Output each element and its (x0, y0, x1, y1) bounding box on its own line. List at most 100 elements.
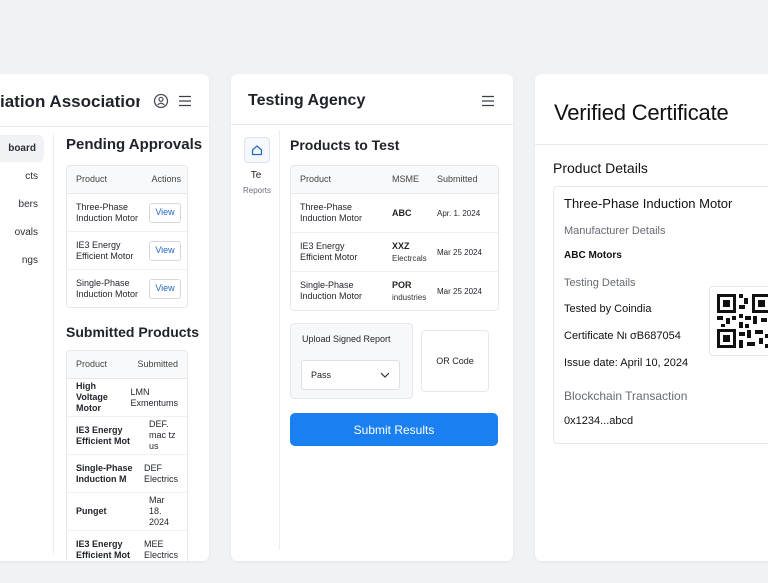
product-name: Three-Phase Induction Motor (564, 196, 733, 211)
table-row: Punget Mar 18. 2024 (67, 493, 187, 531)
msme-name: ABC (392, 207, 412, 218)
blockchain-value: 0x1234...abcd (564, 415, 634, 427)
table-row: IE3 Energy Efficient Mot MEE Electrics (67, 531, 187, 561)
table-header: Product Submitted (67, 351, 187, 379)
product-line-2: Induction Motor (300, 213, 363, 223)
product-cell: Three-Phase Induction Motor (291, 194, 385, 232)
product-details-title: Product Details (553, 160, 648, 176)
msme-name: XXZ (392, 240, 410, 251)
submitted-cell: DEF. mac tz us (149, 417, 187, 454)
sidebar-item-reports[interactable]: Reports (237, 186, 277, 195)
submitted-line-1: LMN (130, 386, 150, 397)
submitted-cell: Mar 25 2024 (437, 247, 482, 257)
page-title: Verified Certificate (554, 100, 729, 125)
upload-label: Upload Signed Report (302, 334, 391, 344)
sidebar-item-te[interactable]: Te (244, 170, 268, 181)
column-header-actions: Actions (151, 174, 181, 184)
table-header: Product Actions (67, 166, 187, 194)
select-value: Pass (311, 370, 332, 380)
table-row: IE3 Energy Efficient Motor XXZ Electrcals … (291, 233, 498, 272)
user-icon[interactable] (152, 92, 170, 110)
product-line-2: Induction M (76, 473, 127, 484)
issue-date: Issue date: April 10, 2024 (564, 357, 689, 369)
product-cell: IE3 Energy Efficient Motor (67, 232, 149, 269)
pending-approvals-title: Pending Approvals (66, 136, 203, 153)
product-line-2: Efficient Motor (76, 250, 134, 261)
column-header-submitted: Submitted (137, 359, 178, 369)
submitted-cell: Mar 25 2024 (437, 286, 482, 296)
product-line-2: Efficient Mot (76, 549, 130, 560)
menu-icon[interactable] (176, 92, 194, 110)
certificate-number: Certificate Nι σB687054 (564, 330, 681, 342)
product-line-2: Efficient Mot (76, 435, 130, 446)
menu-icon[interactable] (479, 92, 497, 110)
table-row: Single-Phase Induction Motor View (67, 270, 187, 307)
product-cell: Three-Phase Induction Motor (67, 194, 149, 231)
view-button[interactable]: View (149, 202, 181, 223)
sidebar-item-members[interactable]: bers (0, 191, 46, 218)
header-divider (0, 126, 209, 127)
table-row: IE3 Energy Efficient Motor View (67, 232, 187, 270)
view-button[interactable]: View (149, 278, 181, 299)
product-cell: High Voltage Motor (67, 379, 130, 416)
actions-cell: View (149, 232, 187, 269)
qr-code-box[interactable]: OR Code (421, 330, 489, 392)
product-line-1: Punget (76, 506, 107, 516)
product-line-1: IE3 Energy (76, 424, 123, 435)
column-header-msme: MSME (392, 174, 419, 184)
qr-code-frame (709, 286, 768, 356)
product-cell: Single-Phase Induction Motor (291, 272, 385, 310)
actions-cell: View (149, 270, 187, 307)
table-row: Single-Phase Induction M DEF Electrics (67, 455, 187, 493)
column-header-product: Product (300, 174, 332, 184)
submitted-line-1: Mar 18. 2024 (149, 495, 170, 527)
testing-agency-panel: Testing Agency Te Reports Products to Te… (231, 74, 513, 561)
table-row: IE3 Energy Efficient Mot DEF. mac tz us (67, 417, 187, 455)
column-header-product: Product (76, 174, 108, 184)
msme-sub: industries (392, 292, 427, 302)
product-cell: Single-Phase Induction Motor (67, 270, 149, 307)
upload-signed-report-box: Upload Signed Report Pass (290, 323, 413, 399)
submitted-line-2: mac tz us (149, 430, 176, 451)
product-line-1: Three-Phase (300, 202, 353, 212)
product-line-1: IE3 Energy (76, 239, 121, 250)
product-cell: IE3 Energy Efficient Mot (67, 417, 149, 454)
submitted-cell: DEF Electrics (144, 455, 187, 492)
result-select[interactable]: Pass (301, 360, 400, 390)
submitted-line-1: DEF (143, 462, 162, 473)
product-cell: IE3 Energy Efficient Mot (67, 531, 144, 561)
product-cell: Punget (67, 493, 149, 530)
submitted-products-title: Submitted Products (66, 324, 200, 340)
sidebar-item-approvals[interactable]: ovals (0, 219, 46, 246)
submitted-cell: Mar 18. 2024 (149, 493, 187, 530)
product-line-2: Efficient Motor (300, 252, 358, 262)
home-icon[interactable] (244, 137, 270, 163)
sidebar-nav: board cts bers ovals ngs (0, 134, 46, 274)
submit-results-button[interactable]: Submit Results (290, 413, 498, 446)
table-header: Product MSME Submitted (291, 166, 498, 194)
submitted-line-2: Electrics (143, 473, 178, 484)
column-header-product: Product (76, 359, 108, 369)
pending-approvals-table: Product Actions Three-Phase Induction Mot… (66, 165, 188, 308)
title-clip: iation Association (0, 74, 140, 134)
product-line-1: IE3 Energy (76, 538, 123, 549)
sidebar-divider (279, 130, 280, 550)
association-panel: iation Association board cts bers ovals … (0, 74, 209, 561)
submitted-products-table: Product Submitted High Voltage Motor LMN E… (66, 350, 188, 561)
blockchain-label: Blockchain Transaction (564, 389, 688, 403)
submitted-cell: MEE Electrics (144, 531, 187, 561)
sidebar-item-products[interactable]: cts (0, 163, 46, 190)
product-line-2: Induction Motor (300, 291, 363, 301)
sidebar-item-dashboard[interactable]: board (0, 135, 44, 162)
header-divider (231, 124, 513, 125)
view-button[interactable]: View (149, 240, 181, 261)
certificate-card: Three-Phase Induction Motor Manufacturer… (553, 186, 768, 444)
submitted-line-1: MEE (143, 538, 164, 549)
tested-by: Tested by Coindia (564, 303, 652, 315)
sidebar-item-settings[interactable]: ngs (0, 247, 46, 274)
verified-certificate-panel: Verified Certificate Product Details Thr… (535, 74, 768, 561)
msme-cell: POR industries (385, 272, 433, 310)
submitted-cell: Apr. 1. 2024 (437, 208, 481, 218)
product-line-2: Induction Motor (76, 212, 139, 223)
product-line-1: IE3 Energy (300, 241, 345, 251)
